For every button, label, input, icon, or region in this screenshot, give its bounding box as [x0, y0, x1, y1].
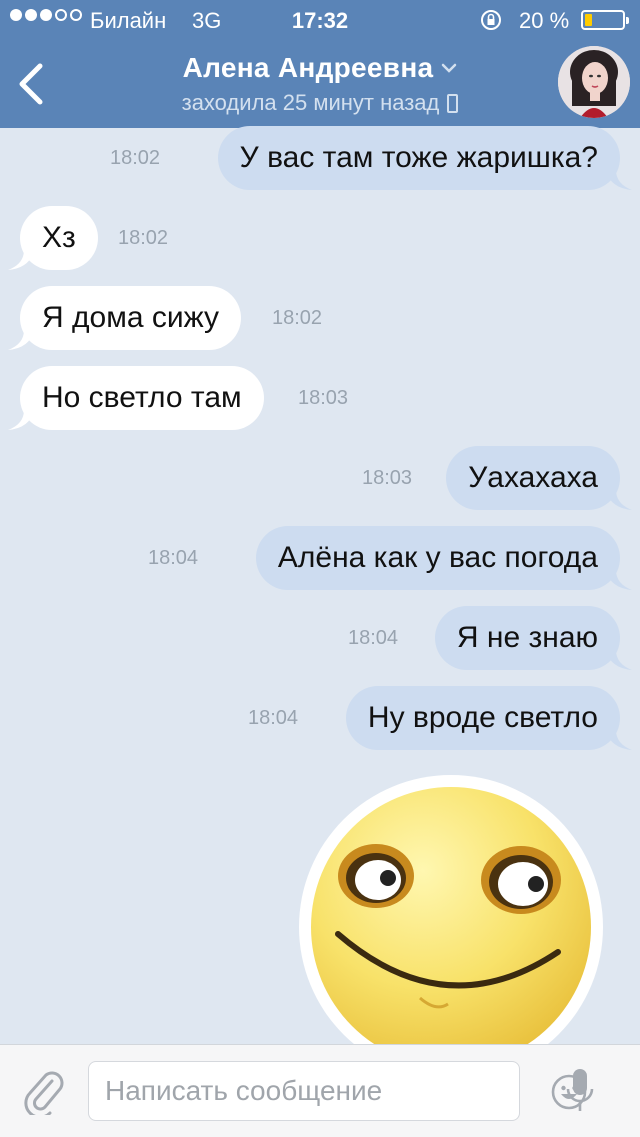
message-bubble-outgoing[interactable]: Алёна как у вас погода	[255, 526, 620, 590]
phone-icon	[447, 94, 459, 113]
message-bubble-outgoing[interactable]: У вас там тоже жаришка?	[217, 126, 620, 190]
contact-title[interactable]: Алена Андреевна	[0, 52, 640, 84]
message-bubble-outgoing[interactable]: Ну вроде светло	[345, 686, 620, 750]
bubble-tail	[8, 410, 34, 430]
message-time: 18:04	[348, 627, 399, 649]
message-bubble-incoming[interactable]: Я дома сижу	[20, 286, 241, 350]
bubble-tail	[8, 250, 34, 270]
message-input-placeholder: Написать сообщение	[105, 1075, 383, 1106]
status-bar: Билайн 3G 17:32 20 %	[0, 0, 640, 40]
message-time: 18:02	[110, 147, 161, 169]
message-time: 18:03	[362, 467, 413, 489]
bubble-tail	[606, 650, 632, 670]
battery-percentage: 20 %	[519, 8, 570, 33]
message-time: 18:03	[298, 387, 349, 409]
message-time: 18:02	[272, 307, 323, 329]
chevron-down-icon	[442, 63, 457, 73]
message-bubble-outgoing[interactable]: Уахахаха	[446, 446, 620, 510]
header: Билайн 3G 17:32 20 % Алена Андреевна зах…	[0, 0, 640, 128]
message-time: 18:04	[148, 547, 199, 569]
bubble-tail	[8, 330, 34, 350]
message-bubble-incoming[interactable]: Но светло там	[20, 366, 264, 430]
last-seen-text: заходила 25 минут назад	[181, 90, 440, 115]
message-time: 18:04	[248, 707, 299, 729]
message-bubble-outgoing[interactable]: Я не знаю	[434, 606, 620, 670]
message-input-bar: Написать сообщение	[0, 1044, 640, 1137]
bubble-tail	[606, 490, 632, 510]
smiley-sticker[interactable]	[296, 772, 606, 1072]
paperclip-icon[interactable]	[22, 1067, 66, 1115]
microphone-icon[interactable]	[564, 1065, 596, 1117]
bubble-tail	[606, 570, 632, 590]
rotation-lock-icon	[481, 10, 501, 30]
battery-fill	[585, 14, 593, 26]
message-input[interactable]: Написать сообщение	[88, 1061, 587, 1121]
contact-name: Алена Андреевна	[182, 52, 434, 83]
battery-icon	[581, 10, 629, 30]
bubble-tail	[606, 170, 632, 190]
avatar-image	[558, 46, 630, 118]
avatar[interactable]	[558, 46, 630, 118]
message-time: 18:02	[118, 227, 169, 249]
bubble-tail	[606, 730, 632, 750]
last-seen-status: заходила 25 минут назад	[0, 90, 640, 116]
